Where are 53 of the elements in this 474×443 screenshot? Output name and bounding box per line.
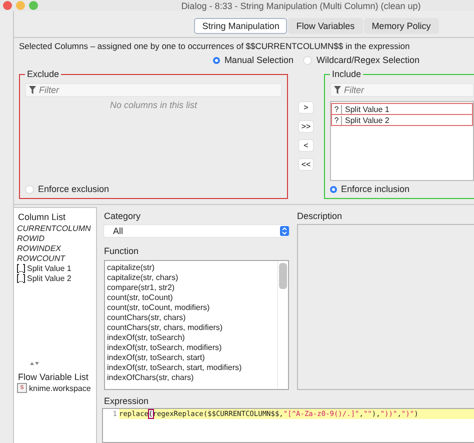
tab[interactable]: Flow Variables	[288, 18, 363, 34]
list-item[interactable]: knime.workspace	[29, 384, 91, 392]
list-item[interactable]: Split Value 1	[342, 104, 390, 114]
list-item[interactable]: capitalize(str)	[107, 263, 275, 273]
filter-field[interactable]: Filter	[25, 83, 282, 97]
radio-button[interactable]: Manual Selection	[213, 55, 294, 65]
list-item[interactable]: indexOf(str, toSearch, start)	[107, 353, 275, 363]
field-label: Expression	[103, 395, 150, 408]
radio-button[interactable]: Wildcard/Regex Selection	[303, 55, 420, 65]
panel-title: Include	[330, 69, 364, 79]
minimize-icon[interactable]	[16, 1, 25, 10]
list-item[interactable]: countChars(str, chars, modifiers)	[107, 323, 275, 333]
list-item[interactable]: capitalize(str, chars)	[107, 273, 275, 283]
radio-button[interactable]: Enforce exclusion	[25, 184, 282, 194]
list-item[interactable]: Split Value 2	[342, 116, 390, 124]
empty-message: No columns in this list	[108, 100, 198, 110]
panel-title: Exclude	[25, 69, 62, 79]
panel-title: Selected Columns – assigned one by one to occurrences of $$CURRENTCOLUMN$$ in the expression	[19, 41, 411, 51]
move-button[interactable]: >	[299, 102, 313, 113]
field-label: Function	[104, 246, 140, 256]
window-title: Dialog - 8:33 - String Manipulation (Multi Column) (clean up)	[180, 0, 422, 10]
list-item[interactable]: count(str, toCount, modifiers)	[107, 303, 275, 313]
scrollbar[interactable]	[277, 261, 288, 389]
zoom-icon[interactable]	[29, 1, 38, 10]
move-button[interactable]: <	[299, 140, 313, 151]
list-item[interactable]: Split Value 1	[27, 264, 72, 272]
tab[interactable]: Memory Policy	[364, 18, 439, 34]
tab[interactable]: String Manipulation	[194, 18, 288, 34]
list-item[interactable]: compare(str1, str2)	[107, 283, 275, 293]
list-item[interactable]: indexOf(str, toSearch)	[107, 333, 275, 343]
close-icon[interactable]	[3, 1, 12, 10]
list-item[interactable]: countChars(str, chars)	[107, 313, 275, 323]
chevron-icon	[280, 226, 289, 236]
list-item[interactable]: CURRENTCOLUMN	[17, 224, 91, 232]
filter-icon	[29, 86, 36, 94]
list-item[interactable]: ROWINDEX	[17, 244, 61, 252]
filter-icon	[334, 86, 341, 94]
list-item[interactable]: Split Value 2	[27, 274, 72, 282]
field-label: Category	[104, 211, 142, 221]
list-item[interactable]: ROWCOUNT	[17, 254, 65, 262]
list-item[interactable]: indexOf(str, toSearch, modifiers)	[107, 343, 275, 353]
field-label: Description	[297, 211, 344, 221]
filter-field[interactable]: Filter	[330, 83, 474, 97]
list-title: Flow Variable List	[17, 372, 90, 382]
list-item[interactable]: ROWID	[17, 234, 45, 242]
list-item[interactable]: indexOf(str, toSearch, start, modifiers)	[107, 363, 275, 373]
move-button[interactable]: >>	[299, 121, 313, 132]
list-title: Column List	[17, 212, 67, 222]
list-item[interactable]: count(str, toCount)	[107, 293, 275, 303]
move-button[interactable]: <<	[299, 159, 313, 170]
list-item[interactable]: indexOfChars(str, chars)	[107, 373, 275, 383]
category-select[interactable]: All	[104, 225, 289, 237]
radio-button[interactable]: Enforce inclusion	[330, 184, 474, 194]
